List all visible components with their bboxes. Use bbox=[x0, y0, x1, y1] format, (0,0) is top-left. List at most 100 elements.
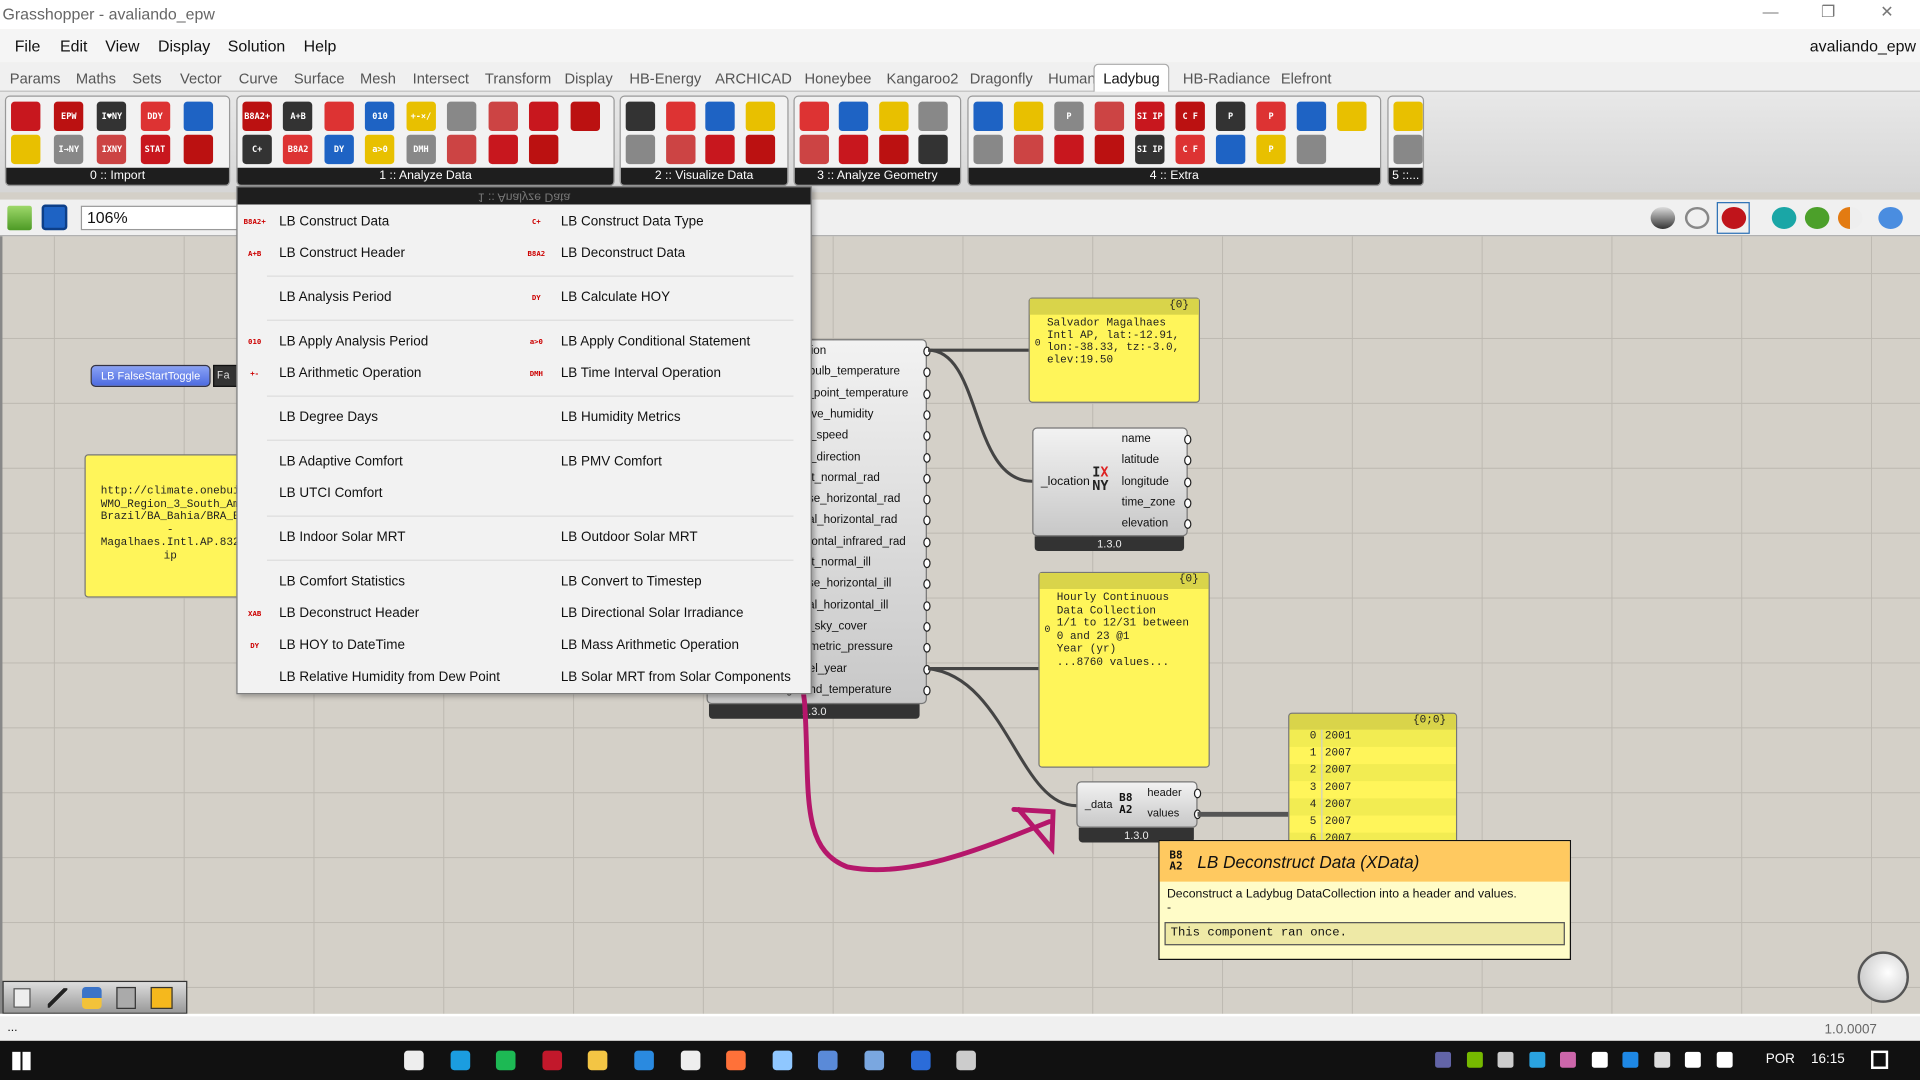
ribbon-icon-toggle-icon[interactable] bbox=[973, 134, 1003, 165]
taskbar-vscode-icon[interactable] bbox=[634, 1050, 654, 1071]
taskbar-explorer-icon[interactable] bbox=[588, 1050, 608, 1071]
ribbon-group-label[interactable]: 3 :: Analyze Geometry bbox=[794, 167, 961, 185]
tab-elefront[interactable]: Elefront bbox=[1281, 70, 1332, 87]
python-icon[interactable] bbox=[82, 986, 102, 1009]
ribbon-icon-ddy-icon[interactable]: DDY bbox=[140, 101, 170, 132]
tab-curve[interactable]: Curve bbox=[239, 70, 278, 87]
ribbon-icon-iny-icon[interactable]: I→NY bbox=[54, 134, 84, 165]
ribbon-icon-ab-icon[interactable]: A+B bbox=[283, 101, 313, 132]
ribbon-icon-shade-icon[interactable] bbox=[918, 101, 948, 132]
menu-item-lb-utci-comfort[interactable]: LB UTCI Comfort bbox=[242, 480, 524, 507]
heat-icon[interactable] bbox=[150, 986, 173, 1009]
ribbon-icon-p-icon[interactable]: P bbox=[1215, 101, 1246, 132]
taskbar-revit-icon[interactable] bbox=[818, 1050, 839, 1071]
menu-item-lb-directional-solar-irradiance[interactable]: LB Directional Solar Irradiance bbox=[524, 600, 806, 627]
taskbar-store-icon[interactable] bbox=[404, 1050, 424, 1071]
taskbar-pycharm-icon[interactable] bbox=[680, 1050, 700, 1071]
windows-start-icon[interactable] bbox=[12, 1051, 31, 1071]
taskbar-mendeley-icon[interactable] bbox=[542, 1050, 562, 1071]
menu-item-lb-adaptive-comfort[interactable]: LB Adaptive Comfort bbox=[242, 448, 524, 475]
menu-item-lb-outdoor-solar-mrt[interactable]: LB Outdoor Solar MRT bbox=[524, 524, 806, 551]
ribbon-icon--icon[interactable]: +-×/ bbox=[406, 101, 436, 132]
ribbon-icon-mrt-icon[interactable] bbox=[570, 101, 600, 132]
tab-ladybug[interactable]: Ladybug bbox=[1093, 63, 1170, 92]
tray-icon[interactable] bbox=[1684, 1051, 1701, 1068]
tray-icon[interactable] bbox=[1653, 1051, 1670, 1068]
ribbon-icon-dy-icon[interactable]: DY bbox=[324, 134, 354, 165]
ribbon-icon-b8a2-icon[interactable]: B8A2 bbox=[283, 134, 313, 165]
ribbon-icon-thermo-icon[interactable] bbox=[447, 101, 477, 132]
abc-icon[interactable] bbox=[47, 988, 68, 1008]
save-icon[interactable] bbox=[41, 204, 68, 231]
navigation-compass[interactable] bbox=[1857, 951, 1909, 1003]
ribbon-icon-p-icon[interactable]: P bbox=[1256, 134, 1286, 165]
tab-human[interactable]: Human bbox=[1048, 70, 1095, 87]
taskbar-spotify-icon[interactable] bbox=[496, 1050, 516, 1071]
ribbon-icon-radial-icon[interactable] bbox=[745, 134, 775, 165]
ribbon-icon-searchicon-icon[interactable] bbox=[11, 134, 41, 165]
preview-shaded-icon[interactable] bbox=[1650, 206, 1676, 229]
ribbon-icon-utci-icon[interactable] bbox=[529, 101, 559, 132]
ribbon-icon-eye-icon[interactable] bbox=[839, 134, 869, 165]
minimize-button[interactable]: — bbox=[1752, 2, 1789, 26]
ribbon-icon-ixny-icon[interactable]: IXNY bbox=[97, 134, 127, 165]
ribbon-icon-dots-icon[interactable] bbox=[1013, 101, 1044, 132]
ribbon-icon-legend-icon[interactable] bbox=[973, 101, 1003, 132]
ribbon-icon-sun4-icon[interactable] bbox=[918, 134, 948, 165]
menu-item-lb-deconstruct-header[interactable]: XAB LB Deconstruct Header bbox=[242, 600, 524, 627]
taskbar-edge-icon[interactable] bbox=[450, 1050, 470, 1071]
download-icon[interactable] bbox=[116, 986, 136, 1009]
tab-sets[interactable]: Sets bbox=[132, 70, 161, 87]
ribbon-icon-rose-icon[interactable] bbox=[839, 101, 869, 132]
open-folder-icon[interactable] bbox=[7, 205, 32, 231]
ribbon-icon-c-icon[interactable]: C+ bbox=[242, 134, 272, 165]
taskbar-firefox-icon[interactable] bbox=[726, 1050, 746, 1071]
ribbon-icon-record-icon[interactable] bbox=[1393, 101, 1423, 132]
menu-edit[interactable]: Edit bbox=[60, 37, 87, 55]
ribbon-icon-sun-icon[interactable] bbox=[705, 101, 735, 132]
ribbon-icon-comfort-icon[interactable] bbox=[488, 101, 518, 132]
ribbon-icon-sun2-icon[interactable] bbox=[745, 101, 775, 132]
display-sphere-icon[interactable] bbox=[1878, 206, 1903, 229]
taskbar-r-app-icon[interactable] bbox=[864, 1050, 885, 1071]
close-button[interactable]: ✕ bbox=[1869, 2, 1906, 26]
menu-view[interactable]: View bbox=[105, 37, 139, 55]
menu-item-lb-convert-to-timestep[interactable]: LB Convert to Timestep bbox=[524, 568, 806, 595]
menu-item-lb-construct-data[interactable]: B8A2+ LB Construct Data bbox=[242, 208, 524, 235]
tab-honeybee[interactable]: Honeybee bbox=[804, 70, 871, 87]
menu-file[interactable]: File bbox=[15, 37, 41, 55]
restore-button[interactable]: ❐ bbox=[1810, 2, 1847, 26]
tray-icon[interactable] bbox=[1497, 1051, 1514, 1068]
ribbon-icon-dmh-icon[interactable]: DMH bbox=[406, 134, 436, 165]
ribbon-icon-chart2-icon[interactable] bbox=[665, 101, 695, 132]
menu-item-lb-calculate-hoy[interactable]: DY LB Calculate HOY bbox=[524, 284, 806, 311]
menu-item-lb-humidity-metrics[interactable]: LB Humidity Metrics bbox=[524, 404, 806, 431]
tray-icon[interactable] bbox=[1622, 1051, 1639, 1068]
ribbon-icon-010-icon[interactable]: 010 bbox=[365, 101, 395, 132]
ribbon-icon-epw-icon[interactable]: EPW bbox=[54, 101, 84, 132]
ribbon-icon-bars-icon[interactable] bbox=[625, 134, 656, 165]
ribbon-icon-pmv-icon[interactable] bbox=[488, 134, 518, 165]
menu-item-lb-relative-humidity-from-dew-point[interactable]: LB Relative Humidity from Dew Point bbox=[242, 664, 524, 691]
ribbon-group-label[interactable]: 5 ::... bbox=[1388, 167, 1423, 185]
ribbon-icon-p-icon[interactable]: P bbox=[1256, 101, 1286, 132]
menu-item-lb-hoy-to-datetime[interactable]: DY LB HOY to DateTime bbox=[242, 632, 524, 659]
tray-icon[interactable] bbox=[1435, 1051, 1452, 1068]
tray-icon[interactable] bbox=[1560, 1051, 1576, 1068]
menu-item-lb-deconstruct-data[interactable]: B8A2 LB Deconstruct Data bbox=[524, 240, 806, 267]
tab-display[interactable]: Display bbox=[564, 70, 612, 87]
ribbon-icon-capture-icon[interactable] bbox=[1094, 134, 1125, 165]
tab-dragonfly[interactable]: Dragonfly bbox=[970, 70, 1033, 87]
ribbon-icon-camera-icon[interactable] bbox=[1094, 101, 1125, 132]
tray-icon[interactable] bbox=[1591, 1051, 1608, 1068]
tab-surface[interactable]: Surface bbox=[294, 70, 345, 87]
preview-mesh-icon[interactable] bbox=[1771, 206, 1797, 229]
preview-wireframe-icon[interactable] bbox=[1684, 206, 1710, 229]
ribbon-icon-siip-icon[interactable]: SI IP bbox=[1135, 101, 1165, 132]
tab-kangaroo2[interactable]: Kangaroo2 bbox=[887, 70, 959, 87]
ribbon-icon-rad-icon[interactable] bbox=[878, 134, 908, 165]
tab-vector[interactable]: Vector bbox=[180, 70, 222, 87]
tray-icon[interactable] bbox=[1466, 1051, 1483, 1068]
menu-item-lb-comfort-statistics[interactable]: LB Comfort Statistics bbox=[242, 568, 524, 595]
ribbon-icon-siip-icon[interactable]: SI IP bbox=[1135, 134, 1165, 165]
